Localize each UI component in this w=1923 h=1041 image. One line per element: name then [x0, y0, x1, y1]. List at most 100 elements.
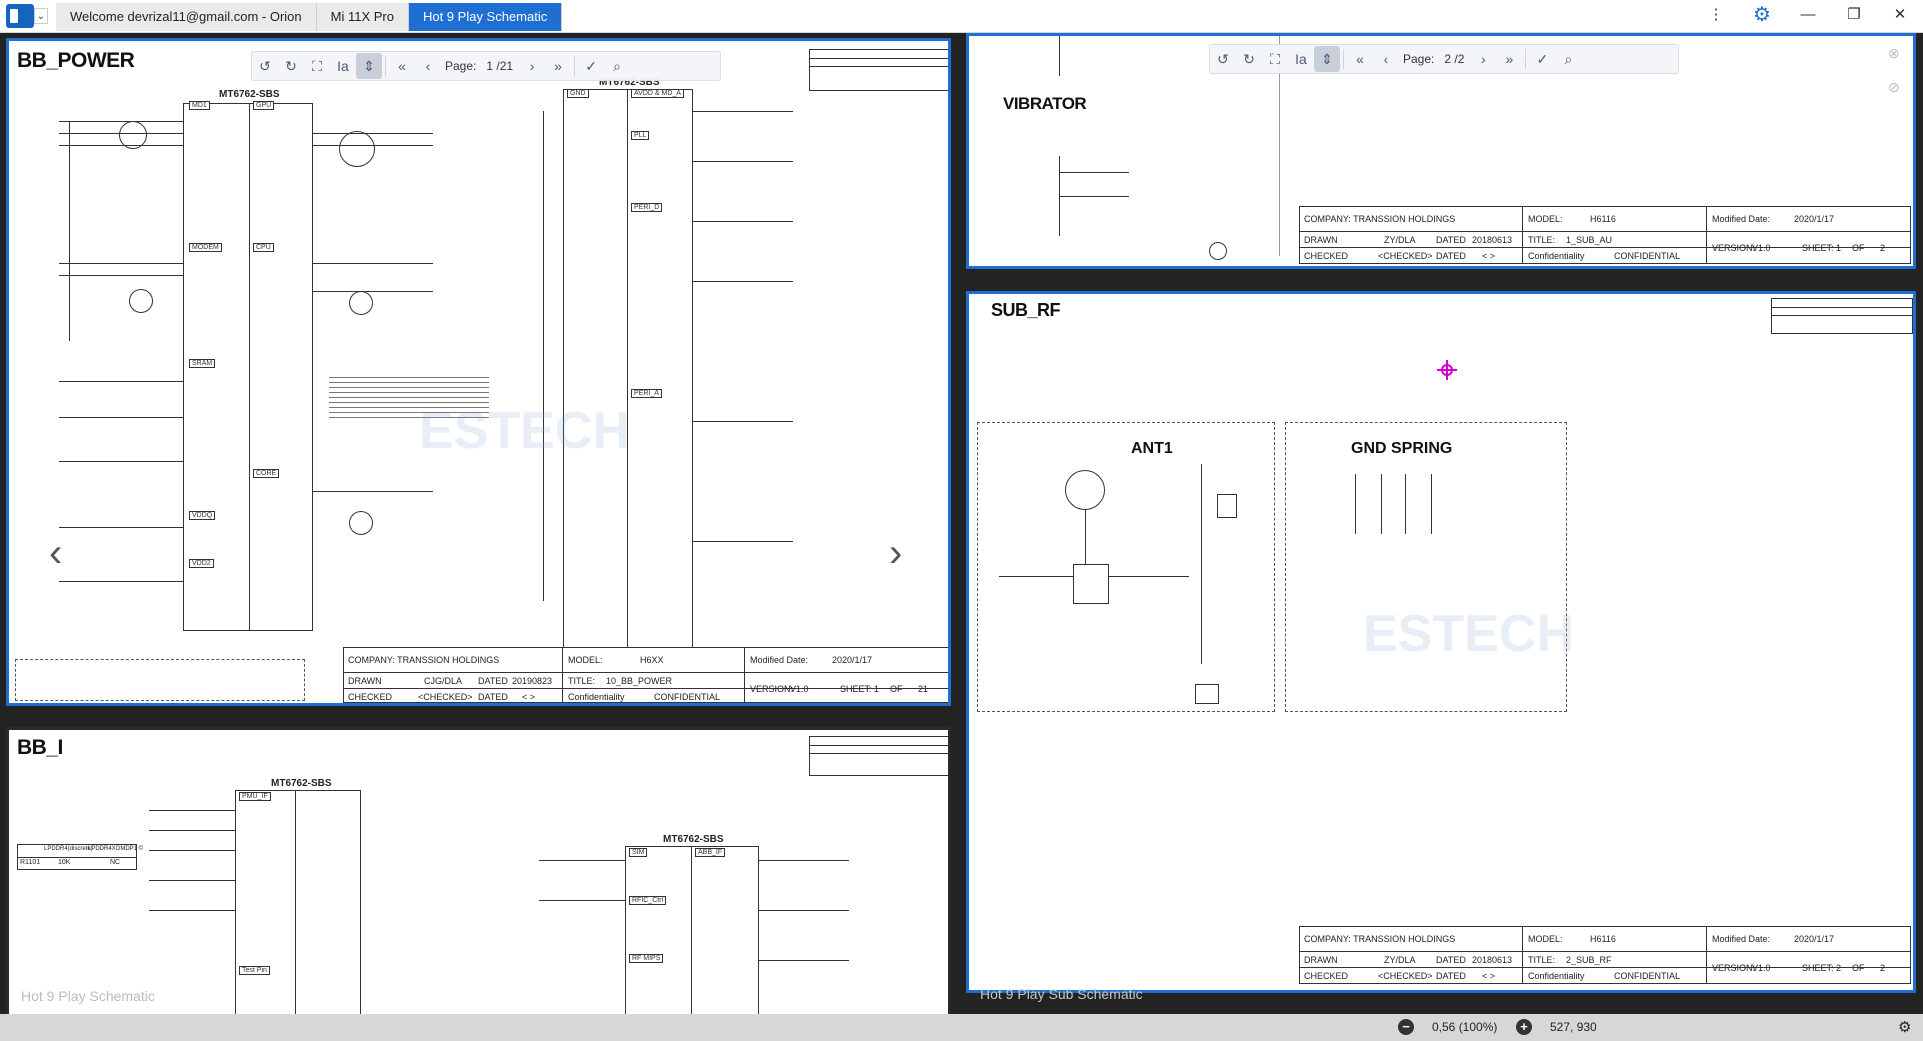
company: COMPANY: TRANSSION HOLDINGS: [1304, 214, 1456, 224]
wire: [1059, 172, 1129, 173]
zoom-out-button[interactable]: −: [1398, 1019, 1414, 1035]
more-options-icon[interactable]: ⋮: [1693, 0, 1739, 30]
dated2: < >: [1482, 251, 1496, 261]
company: COMPANY: TRANSSION HOLDINGS: [348, 655, 500, 665]
wire: [759, 860, 849, 861]
drawn: ZY/DLA: [1384, 955, 1416, 965]
antenna-symbol: [1065, 470, 1105, 510]
app-logo-icon[interactable]: [6, 4, 34, 28]
block-abb-if: ABB_IF: [695, 848, 726, 857]
r-option-table: R1101 LPDDR4(discrete) LPDDR4X DMDP1 © 1…: [17, 844, 143, 870]
next-page-icon[interactable]: ›: [519, 53, 545, 79]
r-header-1: LPDDR4(discrete): [44, 846, 93, 852]
next-page-icon[interactable]: ›: [1470, 46, 1496, 72]
chip-outline-2: [563, 89, 693, 649]
dated-label: DATED: [478, 676, 508, 686]
drawn-label: DRAWN: [1304, 955, 1338, 965]
restore-button[interactable]: ❐: [1831, 0, 1877, 30]
sheet-title: BB_POWER: [17, 49, 135, 72]
annotate-check-icon[interactable]: ✓: [1529, 46, 1555, 72]
settings-gear-icon[interactable]: ⚙: [1739, 0, 1785, 30]
of-label: OF: [1852, 243, 1865, 253]
dated2: < >: [522, 692, 536, 702]
conf: CONFIDENTIAL: [1614, 971, 1681, 981]
checked-label: CHECKED: [348, 692, 393, 702]
connector-symbol: [1195, 684, 1219, 704]
model-label: MODEL:: [1528, 934, 1563, 944]
title-block: COMPANY: TRANSSION HOLDINGS MODEL: H6116…: [1299, 206, 1911, 264]
drawn: ZY/DLA: [1384, 235, 1416, 245]
sheet-total: 21: [918, 684, 929, 694]
gnd-spring-label: GND SPRING: [1351, 440, 1453, 457]
search-icon[interactable]: ⌕: [604, 53, 630, 79]
wire: [759, 910, 849, 911]
rotate-left-icon[interactable]: ↺: [252, 53, 278, 79]
page-number-input[interactable]: 1 /21: [480, 59, 519, 73]
annotate-check-icon[interactable]: ✓: [578, 53, 604, 79]
text-select-icon[interactable]: Ia: [330, 53, 356, 79]
dated2: < >: [1482, 971, 1496, 981]
prev-page-icon[interactable]: ‹: [1373, 46, 1399, 72]
dated2-label: DATED: [1436, 251, 1466, 261]
next-page-arrow-icon[interactable]: ›: [889, 531, 902, 576]
block-pmu-if: PMU_IF: [239, 792, 271, 801]
window-controls: ⋮ ⚙ — ❐ ✕: [1693, 0, 1923, 30]
tab-mi-11x-pro[interactable]: Mi 11X Pro: [316, 3, 409, 31]
minimize-button[interactable]: —: [1785, 0, 1831, 30]
page-number-input[interactable]: 2 /2: [1438, 52, 1470, 66]
scroll-mode-icon[interactable]: ⇕: [356, 53, 382, 79]
zoom-in-button[interactable]: +: [1516, 1019, 1532, 1035]
version: V1.0: [1752, 243, 1771, 253]
search-icon[interactable]: ⌕: [1555, 46, 1581, 72]
version-label: VERSION:: [1712, 243, 1756, 253]
text-select-icon[interactable]: Ia: [1288, 46, 1314, 72]
sheet-number: 2: [1836, 963, 1842, 973]
r-name: R1101: [20, 859, 41, 866]
first-page-icon[interactable]: «: [1347, 46, 1373, 72]
close-button[interactable]: ✕: [1877, 0, 1923, 30]
wire: [149, 810, 235, 811]
page-sub-rf[interactable]: SUB_RF ANT1 GND SPRING ESTECH COMPANY: T…: [966, 291, 1916, 993]
checked: <CHECKED>: [418, 692, 473, 702]
resize-grip-icon[interactable]: ⚙: [1898, 1018, 1911, 1036]
sheet-number: 1: [1836, 243, 1842, 253]
rotate-right-icon[interactable]: ↻: [1236, 46, 1262, 72]
company: COMPANY: TRANSSION HOLDINGS: [1304, 934, 1456, 944]
wire: [1201, 464, 1202, 664]
rotate-left-icon[interactable]: ↺: [1210, 46, 1236, 72]
first-page-icon[interactable]: «: [389, 53, 415, 79]
dated2-label: DATED: [1436, 971, 1466, 981]
separator: [574, 56, 576, 76]
fit-page-icon[interactable]: ⛶: [1262, 46, 1288, 72]
version-label: VERSION:: [750, 684, 794, 694]
app-menu-caret-icon[interactable]: ⌄: [34, 8, 48, 24]
title-label: TITLE:: [568, 676, 596, 686]
model: H6116: [1590, 214, 1616, 224]
modified-label: Modified Date:: [1712, 934, 1771, 944]
last-page-icon[interactable]: »: [545, 53, 571, 79]
page-bb-i[interactable]: BB_I MT6762-SBS PMU_IF Test Pin MT6762-S…: [6, 727, 951, 1017]
checked: <CHECKED>: [1378, 971, 1433, 981]
wire: [539, 900, 625, 901]
wire: [313, 291, 433, 292]
tab-hot-9-play-schematic[interactable]: Hot 9 Play Schematic: [408, 3, 563, 31]
scroll-mode-icon[interactable]: ⇕: [1314, 46, 1340, 72]
inductor-symbol: [1217, 494, 1237, 518]
block-md1: MD1: [189, 101, 210, 110]
fit-page-icon[interactable]: ⛶: [304, 53, 330, 79]
last-page-icon[interactable]: »: [1496, 46, 1522, 72]
page-bb-power[interactable]: BB_POWER MT6762-SBS MD1 GPU MODEM CPU SR…: [6, 38, 951, 706]
pane-close-icon[interactable]: ⊗: [1888, 45, 1900, 62]
status-bar: − 0,56 (100%) + 527, 930 ⚙: [0, 1014, 1923, 1041]
rotate-right-icon[interactable]: ↻: [278, 53, 304, 79]
block-pll: PLL: [631, 131, 650, 140]
wire: [693, 111, 793, 112]
drawn: CJG/DLA: [424, 676, 463, 686]
conf: CONFIDENTIAL: [1614, 251, 1681, 261]
pane-expand-icon[interactable]: ⊘: [1888, 79, 1900, 96]
prev-page-icon[interactable]: ‹: [415, 53, 441, 79]
page-vibrator[interactable]: VIBRATOR ↺ ↻ ⛶ Ia ⇕ « ‹ Page: 2 /2 › » ✓…: [966, 33, 1916, 269]
separator: [385, 56, 386, 76]
prev-page-arrow-icon[interactable]: ‹: [49, 531, 62, 576]
tab-welcome[interactable]: Welcome devrizal11@gmail.com - Orion: [56, 3, 317, 31]
